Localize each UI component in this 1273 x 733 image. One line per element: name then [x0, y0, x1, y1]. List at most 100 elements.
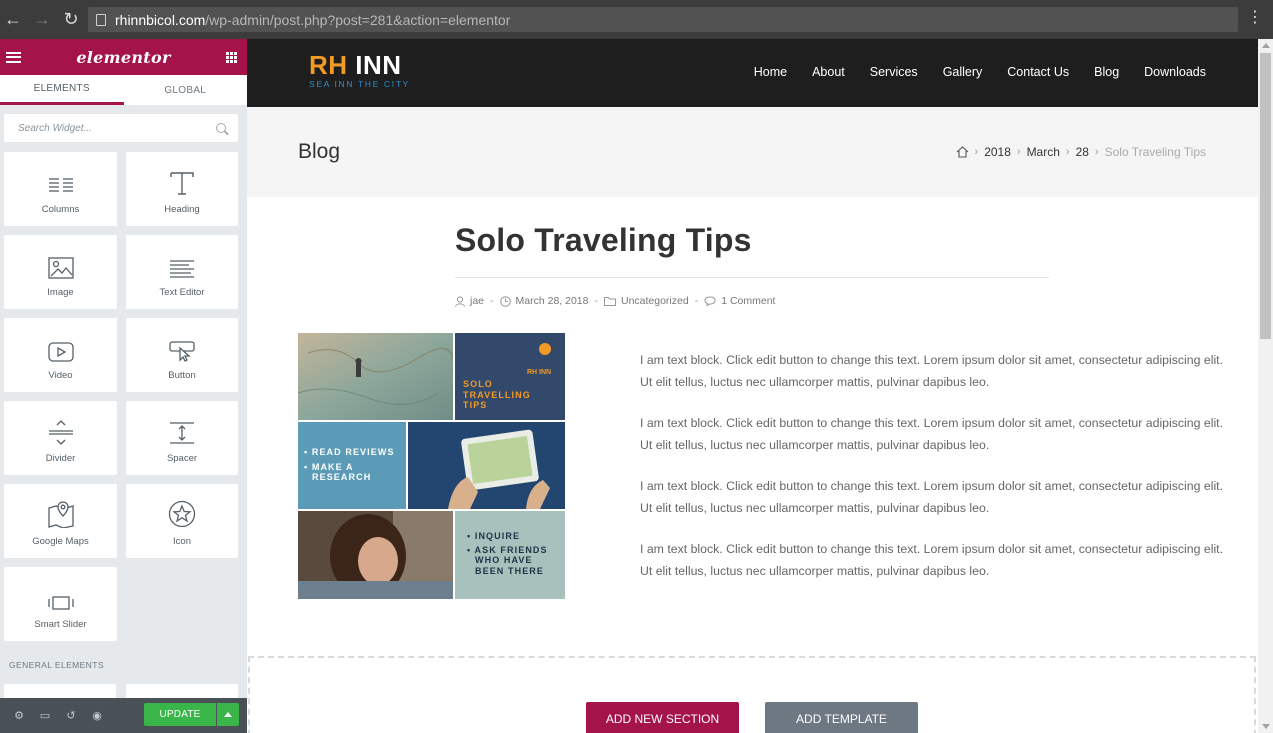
search-icon [216, 123, 226, 133]
nav-contact-us[interactable]: Contact Us [1007, 65, 1069, 79]
image-icon [47, 257, 74, 279]
widget-video[interactable]: Video [4, 318, 117, 392]
responsive-desktop-icon[interactable]: ▭ [38, 709, 52, 723]
browser-menu-icon[interactable]: ⋮ [1247, 10, 1263, 26]
widget-heading[interactable]: Heading [126, 152, 238, 226]
spacer-icon [170, 422, 194, 444]
breadcrumb-day[interactable]: 28 [1076, 145, 1089, 159]
scroll-down-arrow-icon[interactable] [1262, 724, 1270, 729]
post-author[interactable]: jae [470, 295, 484, 307]
widget-divider[interactable]: Divider [4, 401, 117, 475]
site-logo[interactable]: RH INN SEA INN THE CITY [309, 51, 410, 89]
tile2-line: • READ REVIEWS [304, 447, 395, 457]
text-block[interactable]: I am text block. Click edit button to ch… [640, 349, 1230, 393]
widget-label: Google Maps [32, 536, 89, 547]
post-title: Solo Traveling Tips [455, 222, 752, 258]
tab-global[interactable]: GLOBAL [124, 75, 248, 105]
elementor-panel: elementor ELEMENTS GLOBAL Search Widget.… [0, 39, 247, 733]
hamburger-menu-icon[interactable] [6, 51, 21, 63]
preview-eye-icon[interactable]: ◉ [90, 709, 104, 723]
browser-toolbar: ← → ↻ rhinnbicol.com/wp-admin/post.php?p… [0, 0, 1273, 39]
page-scrollbar[interactable] [1258, 39, 1273, 733]
widget-label: Icon [173, 536, 191, 547]
search-placeholder: Search Widget... [18, 122, 92, 134]
widget-label: Button [168, 370, 196, 381]
widgets-grid-icon[interactable] [226, 51, 237, 63]
reload-icon[interactable]: ↻ [60, 9, 82, 31]
panel-header: elementor [0, 39, 247, 75]
panel-footer: ⚙ ▭ ↺ ◉ UPDATE [0, 698, 247, 733]
breadcrumb-separator: › [1065, 146, 1070, 158]
breadcrumb-separator: › [1094, 146, 1099, 158]
widget-partial[interactable] [4, 684, 116, 698]
tile3-line: WHO HAVE [475, 555, 533, 565]
back-arrow-icon[interactable]: ← [2, 9, 24, 31]
search-widget-input[interactable]: Search Widget... [4, 114, 238, 142]
nav-downloads[interactable]: Downloads [1144, 65, 1206, 79]
tile3-line: BEEN THERE [475, 565, 545, 576]
breadcrumb-separator: › [974, 146, 979, 158]
widget-grid: Columns Heading Image Text Editor Video … [4, 152, 238, 641]
tab-elements[interactable]: ELEMENTS [0, 75, 124, 105]
widget-smart-slider[interactable]: Smart Slider [4, 567, 117, 641]
tile1-line: TIPS [463, 400, 488, 410]
address-bar[interactable]: rhinnbicol.com/wp-admin/post.php?post=28… [88, 7, 1238, 32]
widget-spacer[interactable]: Spacer [126, 401, 238, 475]
nav-home[interactable]: Home [754, 65, 787, 79]
site-preview: RH INN SEA INN THE CITY Home About Servi… [247, 39, 1258, 733]
history-icon[interactable]: ↺ [64, 709, 78, 723]
widget-icon[interactable]: Icon [126, 484, 238, 558]
breadcrumb: › 2018 › March › 28 › Solo Traveling Tip… [956, 145, 1206, 159]
widget-image[interactable]: Image [4, 235, 117, 309]
add-new-section-button[interactable]: ADD NEW SECTION [586, 702, 739, 733]
update-button[interactable]: UPDATE [144, 703, 216, 726]
divider-icon [48, 420, 73, 445]
widget-label: Divider [45, 453, 76, 464]
columns-icon [48, 178, 73, 192]
add-template-button[interactable]: ADD TEMPLATE [765, 702, 918, 733]
widget-google-maps[interactable]: Google Maps [4, 484, 117, 558]
scroll-up-arrow-icon[interactable] [1262, 43, 1270, 48]
text-editor-icon [170, 260, 194, 278]
post-comments[interactable]: 1 Comment [721, 295, 775, 307]
phone-woman-photo-tile [298, 511, 453, 599]
forward-arrow-icon[interactable]: → [31, 9, 53, 31]
main-nav: Home About Services Gallery Contact Us B… [729, 65, 1206, 79]
text-block[interactable]: I am text block. Click edit button to ch… [640, 412, 1230, 456]
home-icon[interactable] [956, 146, 969, 158]
button-icon [169, 341, 195, 362]
widget-partial[interactable] [126, 684, 238, 698]
sun-icon [539, 343, 551, 355]
post-category[interactable]: Uncategorized [621, 295, 689, 307]
logo-inn: INN [355, 50, 402, 80]
nav-about[interactable]: About [812, 65, 845, 79]
page-title-bar: Blog › 2018 › March › 28 › Solo Travelin… [247, 107, 1258, 197]
widget-columns[interactable]: Columns [4, 152, 117, 226]
nav-blog[interactable]: Blog [1094, 65, 1119, 79]
map-photo-tile [298, 333, 453, 420]
tile3-text: • INQUIRE • ASK FRIENDS WHO HAVE BEEN TH… [467, 531, 548, 576]
tile2-line: • MAKE A [304, 461, 354, 472]
scrollbar-thumb[interactable] [1260, 53, 1271, 339]
url-path: /wp-admin/post.php?post=281&action=eleme… [205, 11, 511, 28]
woman-on-phone-photo [298, 511, 453, 599]
update-options-arrow-icon[interactable] [217, 703, 239, 726]
nav-services[interactable]: Services [870, 65, 918, 79]
widget-button[interactable]: Button [126, 318, 238, 392]
breadcrumb-month[interactable]: March [1027, 145, 1060, 159]
comment-icon [704, 296, 716, 306]
solo-traveling-tile: RH INN SOLO TRAVELLING TIPS [455, 333, 565, 420]
tile2-text: • READ REVIEWS • MAKE A RESEARCH [304, 447, 395, 483]
add-section-dropzone[interactable] [248, 656, 1256, 733]
settings-gear-icon[interactable]: ⚙ [12, 709, 26, 723]
widget-text-editor[interactable]: Text Editor [126, 235, 238, 309]
nav-gallery[interactable]: Gallery [943, 65, 983, 79]
text-block[interactable]: I am text block. Click edit button to ch… [640, 475, 1230, 519]
tablet-photo [408, 422, 565, 509]
page-title: Blog [298, 140, 341, 163]
post-meta: jae - March 28, 2018 - Uncategorized - 1… [455, 295, 775, 307]
widget-label: Image [47, 287, 74, 298]
text-block[interactable]: I am text block. Click edit button to ch… [640, 538, 1230, 582]
post-date: March 28, 2018 [515, 295, 589, 307]
breadcrumb-year[interactable]: 2018 [984, 145, 1011, 159]
